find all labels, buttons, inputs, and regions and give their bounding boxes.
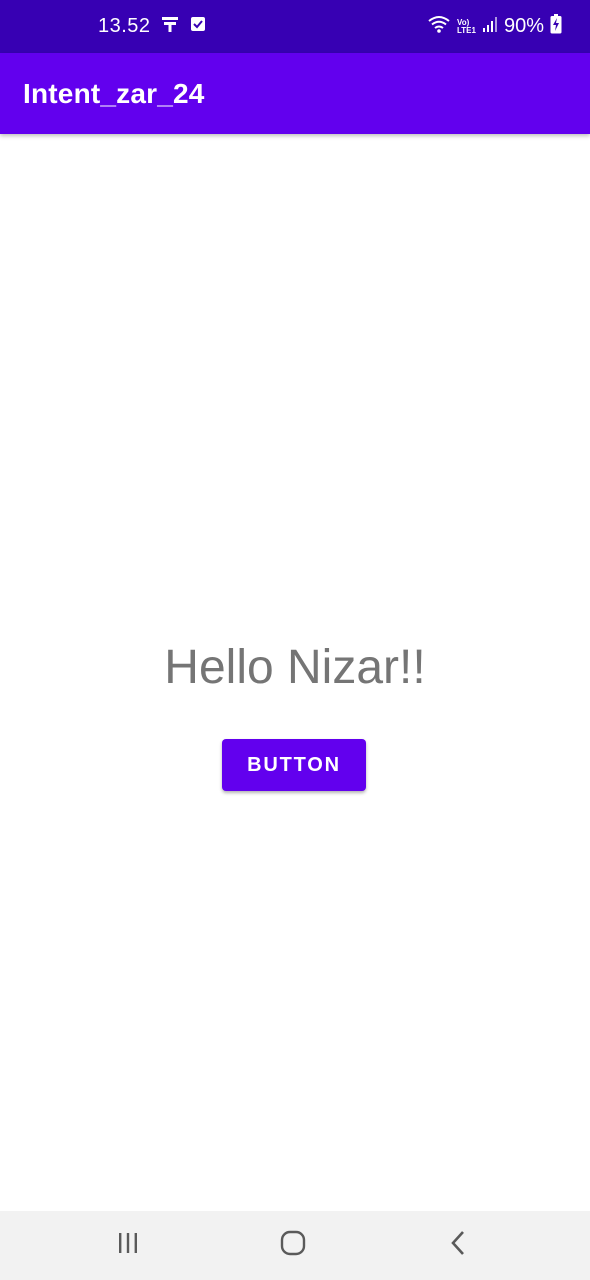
home-icon — [280, 1230, 306, 1261]
back-icon — [448, 1230, 468, 1261]
app-screen: 13.52 Vo) LTE1 90% Intent_zar_24 Hello N… — [0, 0, 590, 1280]
notification-tool-icon — [161, 15, 179, 38]
app-title: Intent_zar_24 — [23, 77, 205, 109]
main-button[interactable]: BUTTON — [222, 739, 366, 791]
battery-charging-icon — [550, 14, 562, 39]
signal-icon — [482, 15, 498, 38]
recent-apps-button[interactable] — [83, 1211, 173, 1280]
status-left-group: 13.52 — [98, 0, 207, 53]
status-bar: 13.52 Vo) LTE1 90% — [0, 0, 590, 53]
app-bar: Intent_zar_24 — [0, 53, 590, 134]
greeting-text: Hello Nizar!! — [164, 641, 426, 694]
volte-bottom-text: LTE1 — [457, 25, 476, 35]
navigation-bar — [0, 1211, 590, 1280]
check-box-icon — [189, 15, 207, 38]
volte-icon: Vo) LTE1 — [457, 18, 476, 35]
status-right-group: Vo) LTE1 90% — [427, 0, 562, 53]
status-time: 13.52 — [98, 15, 151, 37]
home-button[interactable] — [248, 1211, 338, 1280]
back-button[interactable] — [413, 1211, 503, 1280]
recent-apps-icon — [116, 1231, 140, 1260]
battery-percent: 90% — [503, 15, 544, 37]
wifi-icon — [427, 14, 451, 39]
